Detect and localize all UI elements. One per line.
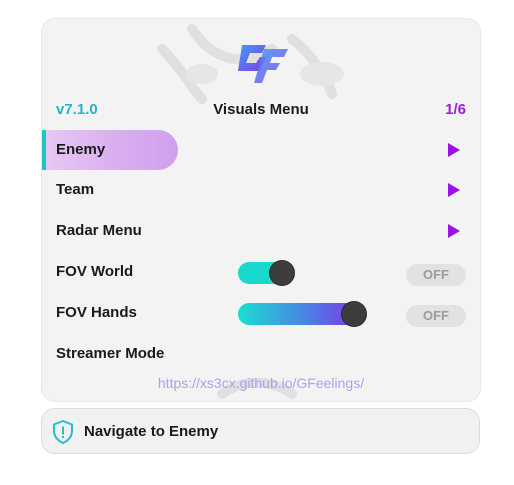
menu-item-label: Enemy	[56, 141, 106, 158]
slider-knob[interactable]	[342, 302, 366, 326]
visuals-menu-panel: Visuals Menu v7.1.0 1/6 Enemy Team Radar…	[41, 18, 481, 402]
menu-item-label: FOV World	[56, 263, 134, 280]
shield-alert-icon	[53, 420, 73, 444]
gf-logo	[238, 45, 288, 83]
submenu-arrow-icon	[448, 224, 460, 238]
selection-bar	[42, 130, 46, 170]
footer-url[interactable]: https://xs3cx.github.io/GFeelings/	[42, 375, 480, 391]
fov-hands-toggle[interactable]: OFF	[406, 305, 466, 327]
menu-header: Visuals Menu v7.1.0 1/6	[42, 101, 480, 123]
page-indicator: 1/6	[445, 101, 466, 118]
toast-message: Navigate to Enemy	[84, 423, 219, 440]
menu-item-fov-hands[interactable]: FOV Hands OFF	[42, 293, 480, 333]
menu-item-radar-menu[interactable]: Radar Menu	[42, 211, 480, 251]
fov-hands-slider[interactable]	[238, 302, 366, 326]
menu-item-label: FOV Hands	[56, 304, 137, 321]
menu-item-fov-world[interactable]: FOV World OFF	[42, 252, 480, 292]
submenu-arrow-icon	[448, 183, 460, 197]
menu-title: Visuals Menu	[213, 101, 309, 118]
fov-world-slider[interactable]	[238, 261, 294, 285]
menu-item-label: Streamer Mode	[56, 345, 165, 362]
menu-item-streamer-mode[interactable]: Streamer Mode	[42, 334, 480, 374]
menu-item-label: Radar Menu	[56, 222, 142, 239]
notification-toast: Navigate to Enemy	[41, 408, 480, 454]
menu-item-team[interactable]: Team	[42, 170, 480, 210]
menu-item-label: Team	[56, 181, 95, 198]
version-label: v7.1.0	[56, 101, 98, 118]
slider-knob[interactable]	[270, 261, 294, 285]
menu-item-enemy[interactable]: Enemy	[42, 130, 480, 170]
submenu-arrow-icon	[448, 143, 460, 157]
fov-world-toggle[interactable]: OFF	[406, 264, 466, 286]
